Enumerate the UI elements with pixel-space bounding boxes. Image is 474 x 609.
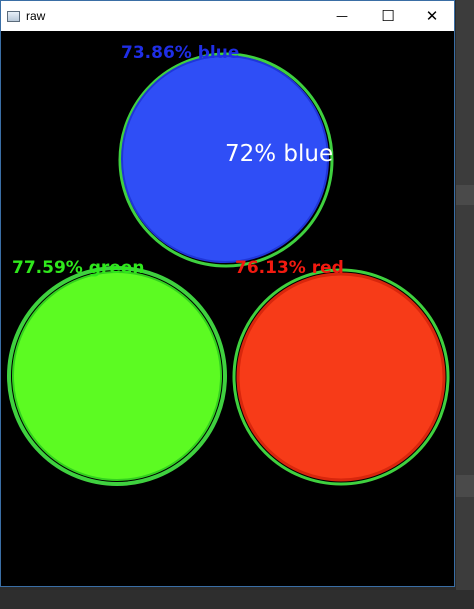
background-strip-right — [456, 0, 474, 609]
minimize-icon: — — [336, 9, 348, 23]
red-circle — [236, 272, 446, 482]
close-button[interactable]: ✕ — [409, 1, 455, 31]
green-circle — [12, 271, 222, 481]
maximize-icon: ☐ — [381, 7, 395, 25]
minimize-button[interactable]: — — [319, 1, 365, 31]
green-percentage-label: 77.59% green — [12, 258, 144, 278]
background-block — [456, 475, 474, 497]
red-percentage-label: 76.13% red — [235, 258, 344, 278]
close-icon: ✕ — [425, 7, 439, 25]
window-title: raw — [26, 9, 46, 23]
title-bar[interactable]: raw — ☐ ✕ — [1, 1, 454, 31]
window-app-icon[interactable] — [7, 10, 20, 22]
image-canvas: 73.86% blue 72% blue 77.59% green 76.13%… — [5, 39, 452, 584]
background-strip-bottom — [0, 590, 474, 609]
image-window: raw — ☐ ✕ 73.86% blue 72% blue 77.59% gr… — [0, 0, 455, 587]
background-block — [456, 185, 474, 205]
blue-percentage-label: 73.86% blue — [121, 43, 239, 63]
center-blue-label: 72% blue — [225, 141, 333, 167]
maximize-button[interactable]: ☐ — [365, 1, 411, 31]
